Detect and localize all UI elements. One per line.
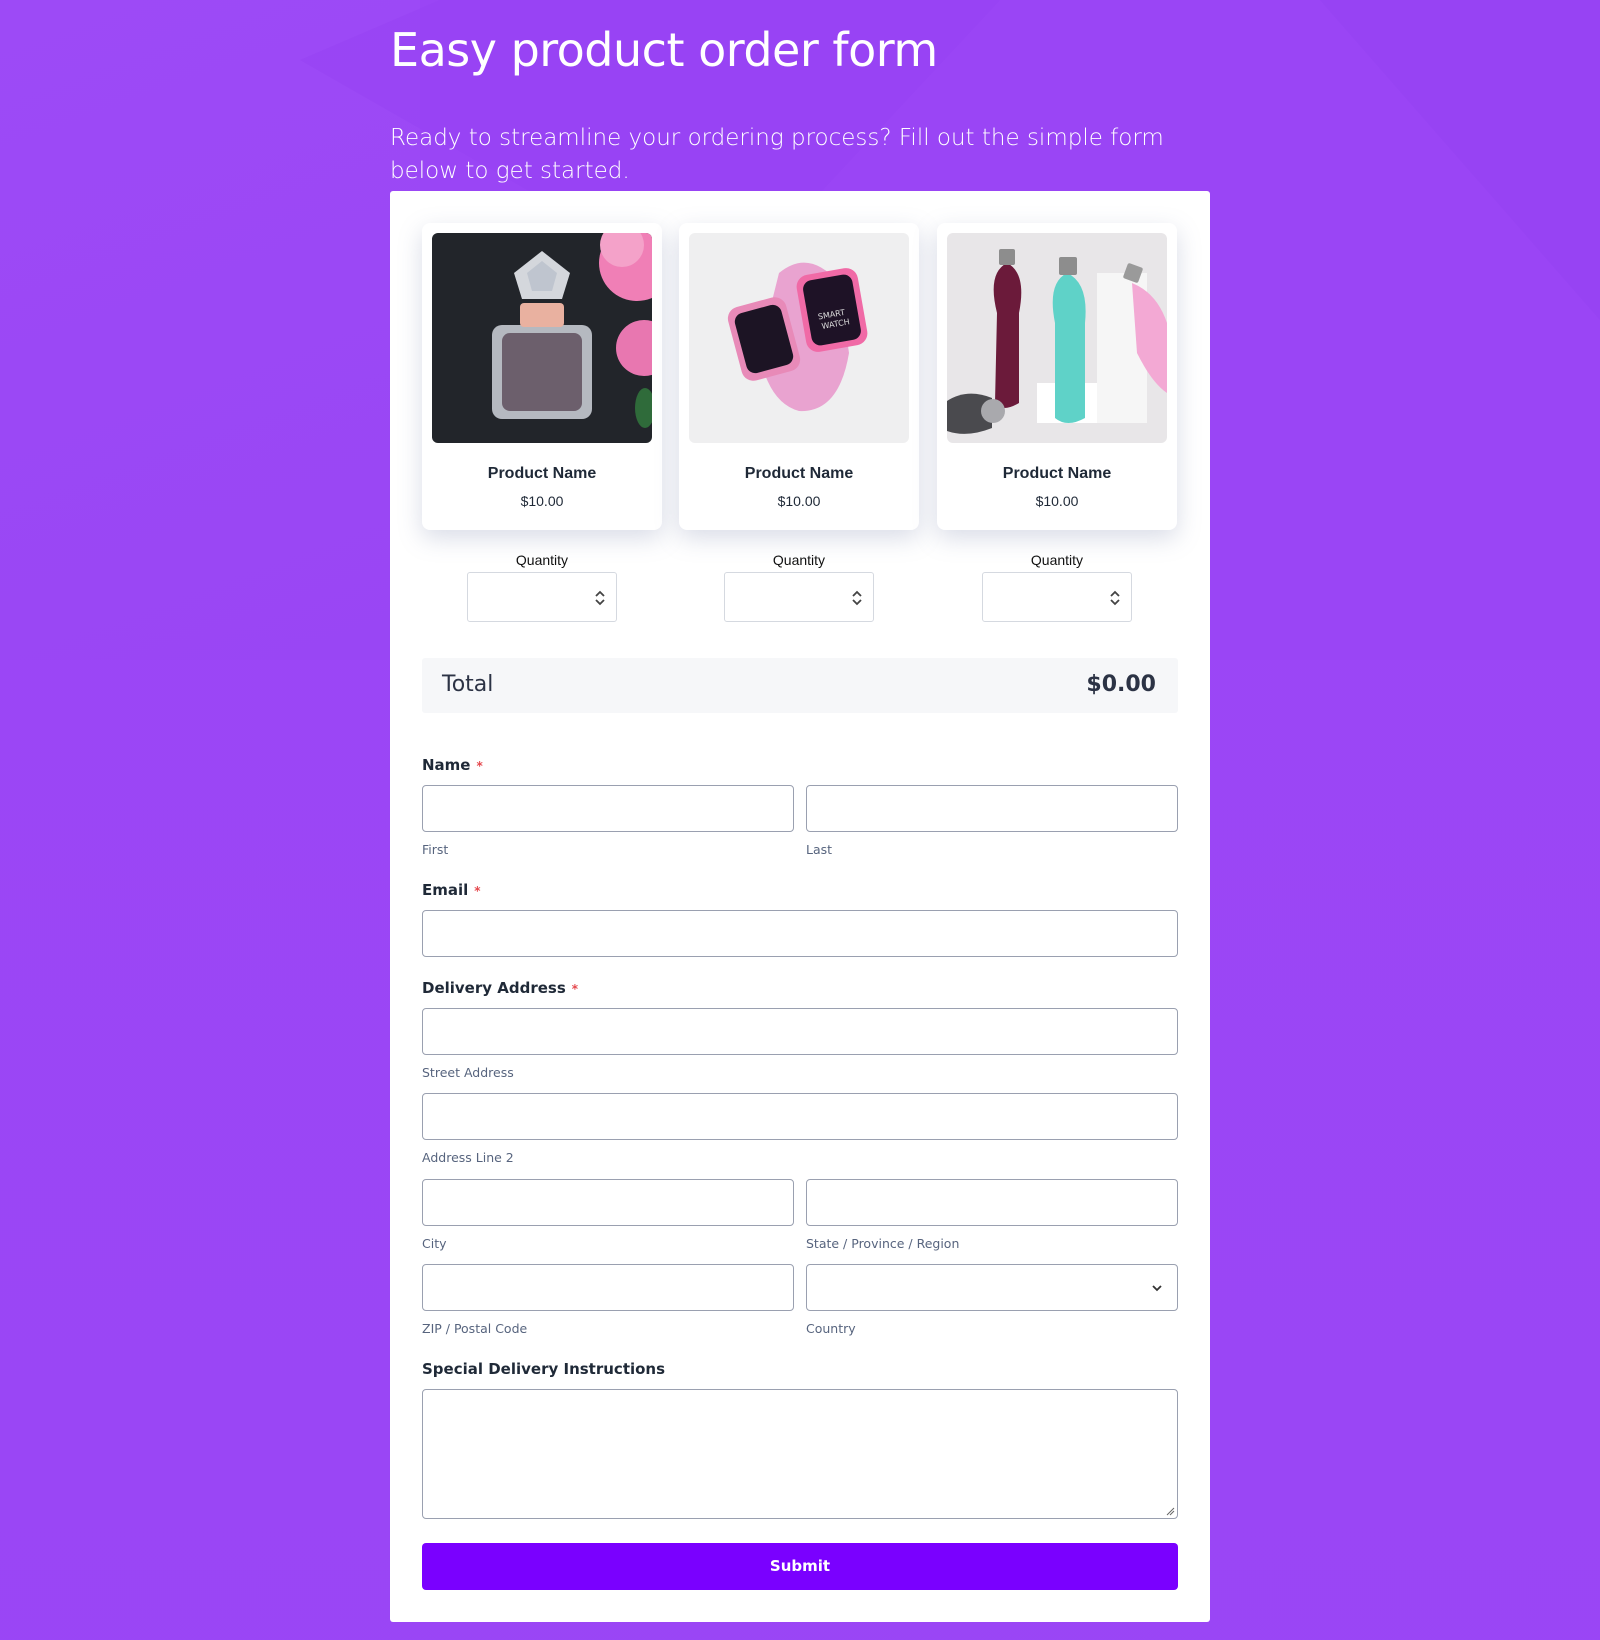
required-mark: * [474,884,481,898]
state-input[interactable] [806,1179,1178,1226]
product-name: Product Name [487,465,597,482]
page-title: Easy product order form [390,23,938,77]
total-value: $0.00 [1086,672,1156,697]
country-sublabel: Country [806,1321,856,1336]
stepper-arrows-icon[interactable] [1109,588,1121,608]
quantity-label: Quantity [1030,552,1084,568]
street-address-input[interactable] [422,1008,1178,1055]
stepper-arrows-icon[interactable] [594,588,606,608]
product-card[interactable]: SMART WATCH Product Name $10.00 [679,223,919,530]
address-line2-sublabel: Address Line 2 [422,1150,514,1165]
product-name: Product Name [744,465,854,482]
street-address-sublabel: Street Address [422,1065,514,1080]
product-price: $10.00 [1035,493,1079,509]
city-input[interactable] [422,1179,794,1226]
stepper-arrows-icon[interactable] [851,588,863,608]
zip-input[interactable] [422,1264,794,1311]
background-shape [1320,0,1600,320]
email-input[interactable] [422,910,1178,957]
delivery-address-label-text: Delivery Address [422,979,566,997]
product-card[interactable]: Product Name $10.00 [422,223,662,530]
form-card: Product Name $10.00 Quantity SMART WATCH… [390,191,1210,1622]
required-mark: * [476,759,483,773]
first-name-input[interactable] [422,785,794,832]
email-label: Email * [422,881,481,899]
submit-button[interactable]: Submit [422,1543,1178,1590]
name-label: Name * [422,756,483,774]
perfume-bottle-image [432,233,652,443]
required-mark: * [571,982,579,996]
product-item: Product Name $10.00 Quantity [937,223,1177,622]
quantity-stepper[interactable] [982,572,1132,622]
country-select[interactable] [806,1264,1178,1311]
water-bottles-image [947,233,1167,443]
address-line2-input[interactable] [422,1093,1178,1140]
quantity-label: Quantity [772,552,826,568]
form-wrapper: Easy product order form Ready to streaml… [390,0,1210,1622]
chevron-down-icon [1152,1285,1162,1292]
instructions-label: Special Delivery Instructions [422,1360,666,1378]
product-item: Product Name $10.00 Quantity [422,223,662,622]
quantity-stepper[interactable] [467,572,617,622]
product-list: Product Name $10.00 Quantity SMART WATCH… [422,223,1178,622]
instructions-textarea[interactable] [422,1389,1178,1519]
product-card[interactable]: Product Name $10.00 [937,223,1177,530]
product-name: Product Name [1002,465,1112,482]
background-shape [0,0,420,660]
smart-watch-image: SMART WATCH [689,233,909,443]
last-name-sublabel: Last [806,842,833,857]
total-bar: Total $0.00 [422,658,1178,713]
last-name-input[interactable] [806,785,1178,832]
product-item: SMART WATCH Product Name $10.00 Quantity [679,223,919,622]
city-sublabel: City [422,1236,447,1251]
page-intro: Ready to streamline your ordering proces… [390,125,1164,184]
email-label-text: Email [422,881,469,899]
delivery-address-label: Delivery Address * [422,979,578,997]
quantity-label: Quantity [515,552,569,568]
name-label-text: Name [422,756,471,774]
product-price: $10.00 [520,493,564,509]
resize-handle-icon[interactable] [1166,1507,1175,1516]
product-price: $10.00 [777,493,821,509]
first-name-sublabel: First [422,842,449,857]
zip-sublabel: ZIP / Postal Code [422,1321,528,1336]
state-sublabel: State / Province / Region [806,1236,960,1251]
total-label: Total [442,672,494,697]
quantity-stepper[interactable] [724,572,874,622]
